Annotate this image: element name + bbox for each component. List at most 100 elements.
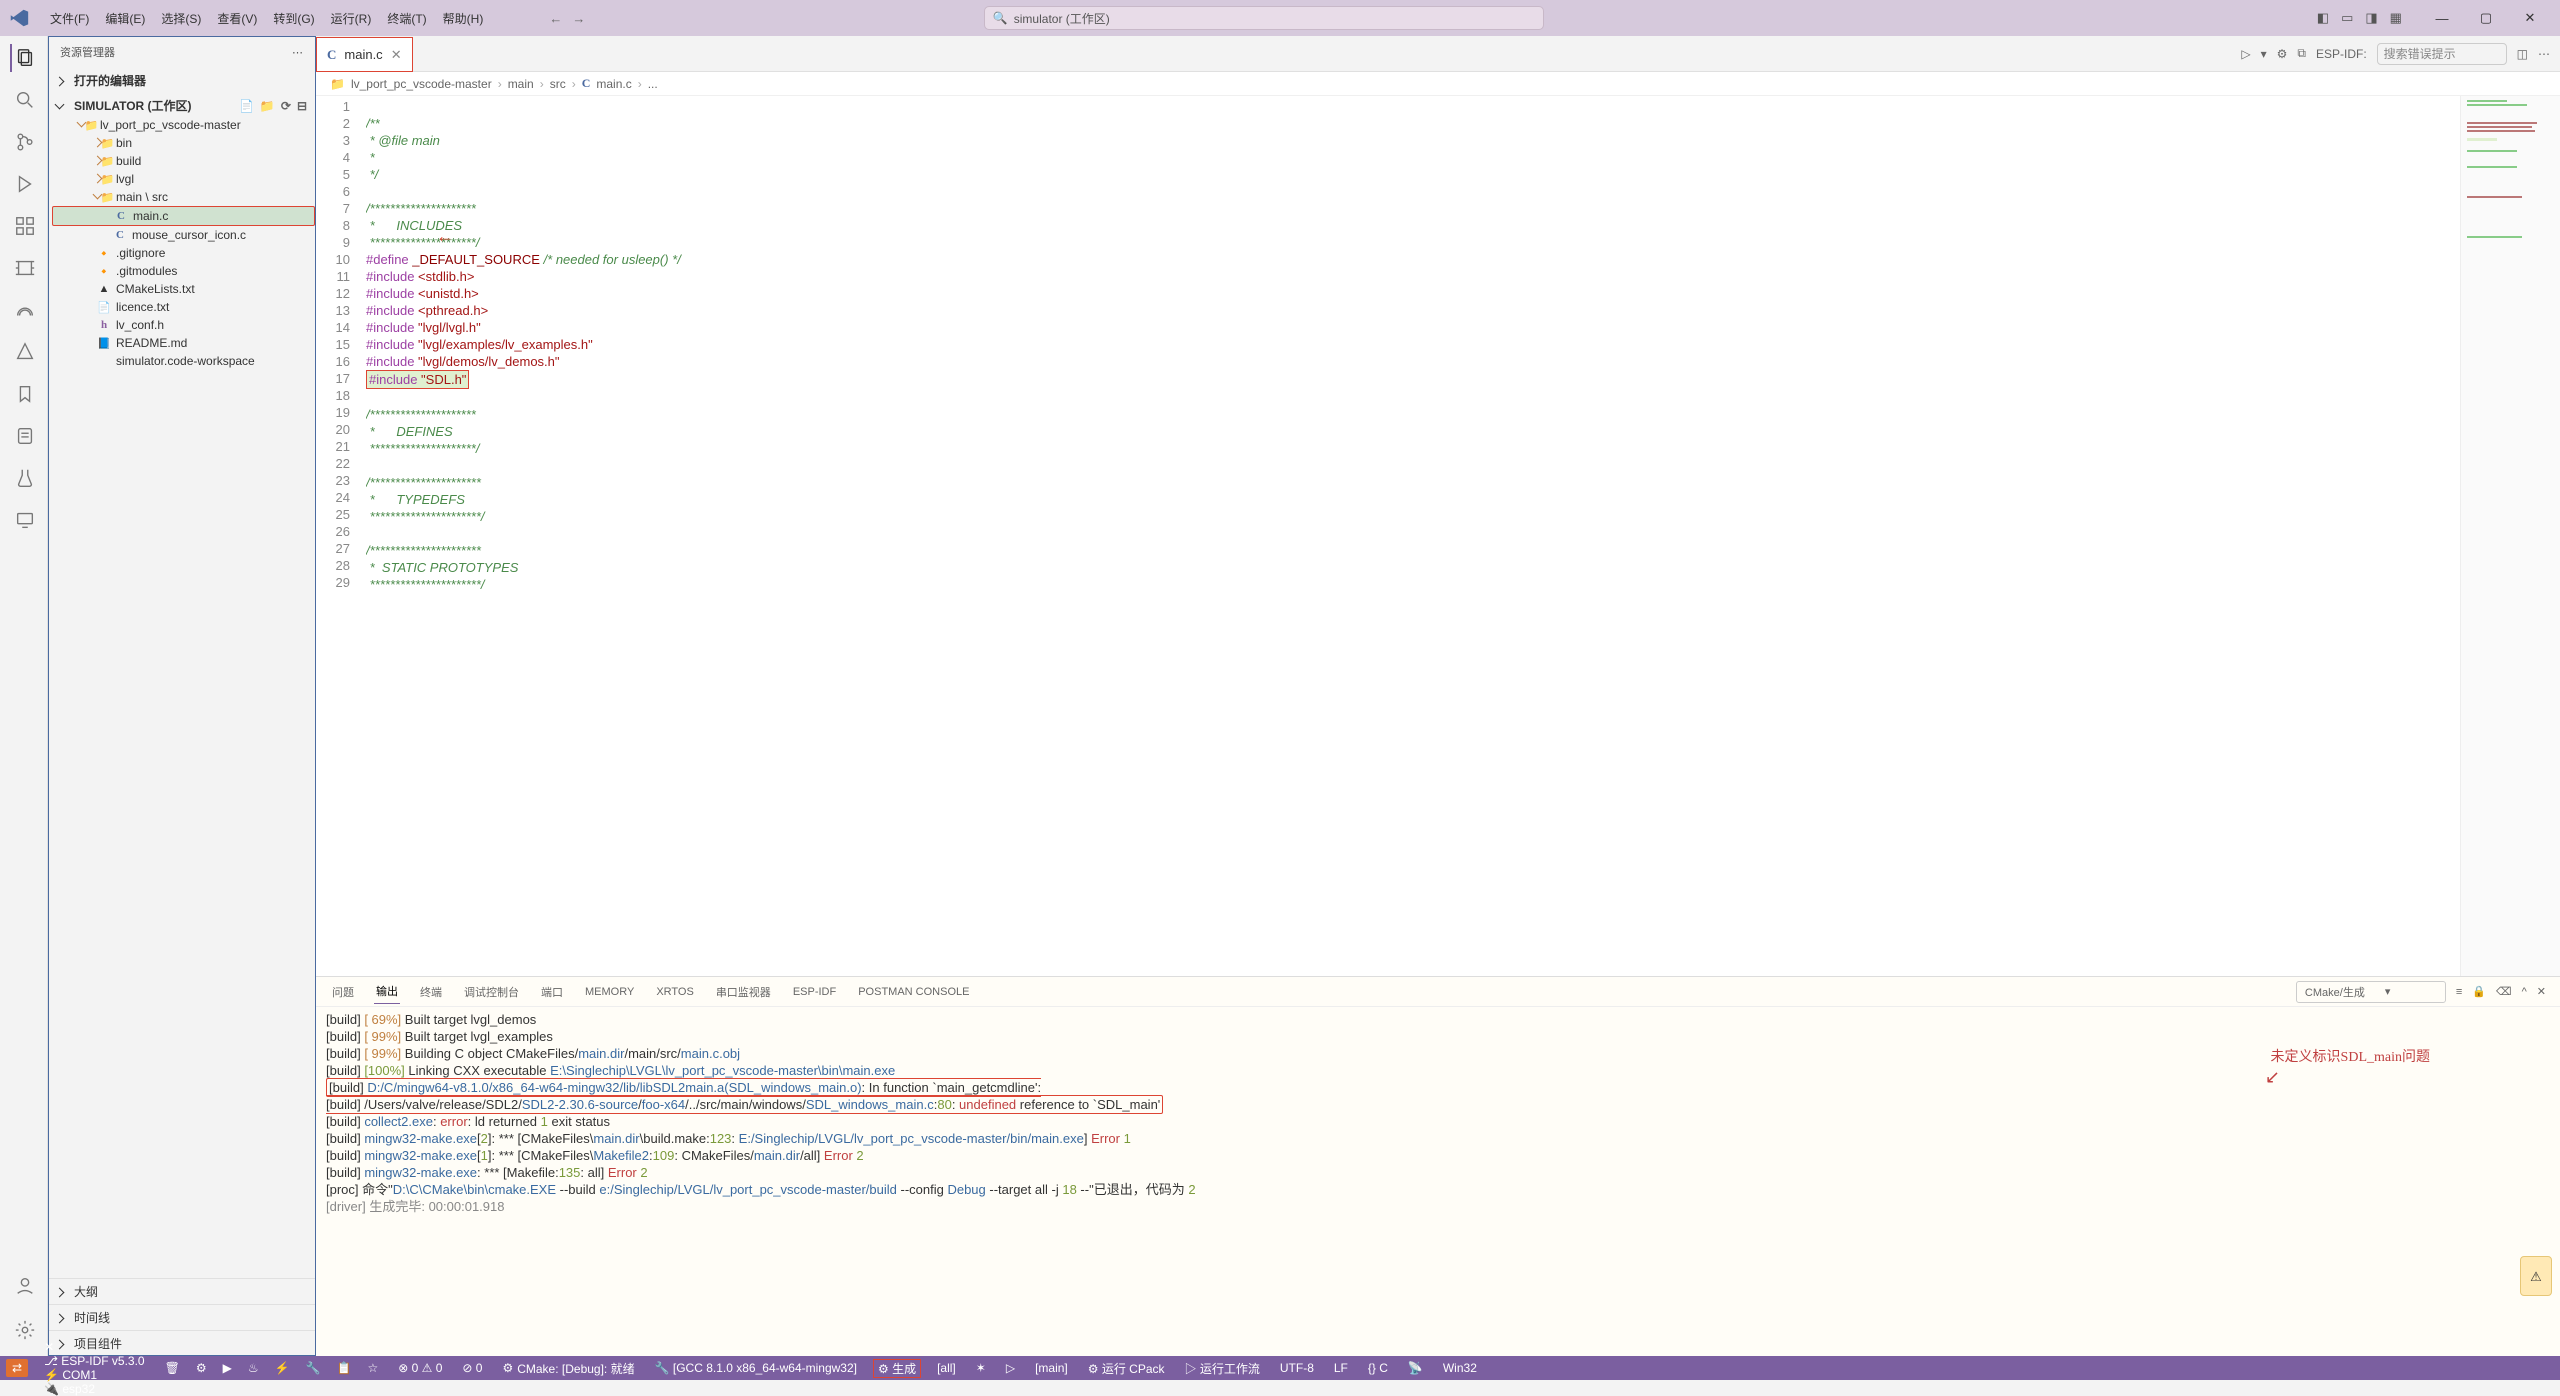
tree-.gitignore[interactable]: 🔸.gitignore xyxy=(52,244,315,262)
window-close[interactable]: ✕ xyxy=(2508,3,2552,33)
nav-back-forward[interactable]: ← → xyxy=(539,11,595,26)
tree-main.c[interactable]: Cmain.c xyxy=(52,206,315,226)
tree-main \ src[interactable]: 📁main \ src xyxy=(52,188,315,206)
layout-side2-icon[interactable]: ◨ xyxy=(2365,10,2377,26)
error-count[interactable]: ⊗ 0 ⚠ 0 xyxy=(394,1361,446,1375)
panel-tab-XRTOS[interactable]: XRTOS xyxy=(654,982,696,1002)
cmake-status[interactable]: ⚙CMake: [Debug]: 就绪 xyxy=(498,1360,638,1377)
status-📡[interactable]: 📡 xyxy=(1404,1360,1427,1377)
status-Win32[interactable]: Win32 xyxy=(1439,1360,1481,1377)
status-icon[interactable]: ⚡ xyxy=(271,1361,294,1375)
panel-tab-调试控制台[interactable]: 调试控制台 xyxy=(462,980,521,1004)
search-icon[interactable] xyxy=(10,86,38,114)
tab-main-c[interactable]: C main.c ✕ xyxy=(316,37,413,72)
panel-tab-串口监视器[interactable]: 串口监视器 xyxy=(714,980,773,1004)
more-icon[interactable]: ⋯ xyxy=(2538,47,2550,61)
menu-运行(R)[interactable]: 运行(R) xyxy=(323,8,380,30)
tree-licence.txt[interactable]: 📄licence.txt xyxy=(52,298,315,316)
tree-lv_port_pc_vscode-master[interactable]: 📁lv_port_pc_vscode-master xyxy=(52,116,315,134)
tree-build[interactable]: 📁build xyxy=(52,152,315,170)
panel-tab-POSTMAN CONSOLE[interactable]: POSTMAN CONSOLE xyxy=(856,982,971,1002)
status-icon[interactable]: 🔧 xyxy=(302,1361,325,1375)
status-icon[interactable]: ▶ xyxy=(219,1361,236,1375)
layout-customize-icon[interactable]: ▦ xyxy=(2390,10,2402,26)
panel-tab-输出[interactable]: 输出 xyxy=(374,979,400,1004)
output-channel-select[interactable]: CMake/生成▾ xyxy=(2296,981,2446,1003)
code-content[interactable]: /** * @file main * */ /*****************… xyxy=(366,96,2460,976)
tree-mouse_cursor_icon.c[interactable]: Cmouse_cursor_icon.c xyxy=(52,226,315,244)
menu-选择(S)[interactable]: 选择(S) xyxy=(153,8,209,30)
status-icon[interactable]: 📋 xyxy=(333,1361,356,1375)
status-⎇ ESP-IDF v5.3.0[interactable]: ⎇ ESP-IDF v5.3.0 xyxy=(40,1354,149,1368)
menu-终端(T)[interactable]: 终端(T) xyxy=(379,8,434,30)
account-icon[interactable] xyxy=(10,1272,38,1300)
tree-lvgl[interactable]: 📁lvgl xyxy=(52,170,315,188)
breadcrumb[interactable]: 📁lv_port_pc_vscode-master › main › src ›… xyxy=(316,72,2560,96)
status-UTF-8[interactable]: UTF-8 xyxy=(1276,1360,1318,1377)
rainbow-icon[interactable] xyxy=(10,296,38,324)
panel-tab-端口[interactable]: 端口 xyxy=(539,980,565,1004)
new-folder-icon[interactable]: 📁 xyxy=(260,99,275,113)
tab-close-icon[interactable]: ✕ xyxy=(391,47,402,63)
menu-查看(V)[interactable]: 查看(V) xyxy=(209,8,265,30)
status-{} C[interactable]: {} C xyxy=(1364,1360,1392,1377)
maximize-panel-icon[interactable]: ^ xyxy=(2522,986,2527,998)
remote-status[interactable]: ⇄ xyxy=(6,1359,28,1377)
tree-README.md[interactable]: 📘README.md xyxy=(52,334,315,352)
status-▷ 运行工作流[interactable]: ▷ 运行工作流 xyxy=(1181,1360,1264,1377)
compiler-status[interactable]: 🔧 [GCC 8.1.0 x86_64-w64-mingw32] xyxy=(651,1361,861,1375)
menu-帮助(H)[interactable]: 帮助(H) xyxy=(435,8,492,30)
status-▷[interactable]: ▷ xyxy=(1002,1360,1019,1377)
output-content[interactable]: 未定义标识SDL_main问题 ↙ ⚠ [build] [ 69%] Built… xyxy=(316,1007,2560,1356)
layout-side-icon[interactable]: ◧ xyxy=(2317,10,2329,26)
status-icon[interactable]: ♨ xyxy=(244,1361,263,1375)
workspace-header[interactable]: SIMULATOR (工作区) 📄 📁 ⟳ ⊟ xyxy=(48,95,315,116)
status-✶[interactable]: ✶ xyxy=(972,1360,990,1377)
status-[all][interactable]: [all] xyxy=(933,1360,960,1377)
compare-icon[interactable]: ⧉ xyxy=(2297,46,2306,61)
source-control-icon[interactable] xyxy=(10,128,38,156)
window-minimize[interactable]: — xyxy=(2420,3,2464,33)
gear-icon[interactable]: ⚙ xyxy=(2277,47,2288,61)
explorer-more-icon[interactable]: ⋯ xyxy=(292,46,303,59)
status-icon[interactable]: ⚙ xyxy=(192,1361,211,1375)
menu-转到(G)[interactable]: 转到(G) xyxy=(265,8,322,30)
clear-icon[interactable]: ⌫ xyxy=(2496,985,2512,998)
run-button-icon[interactable]: ▷ xyxy=(2241,47,2250,61)
split-icon[interactable]: ◫ xyxy=(2517,47,2528,61)
panel-tab-MEMORY[interactable]: MEMORY xyxy=(583,982,636,1002)
status-🔌 esp32[interactable]: 🔌 esp32 xyxy=(40,1382,149,1396)
tree-.gitmodules[interactable]: 🔸.gitmodules xyxy=(52,262,315,280)
command-center[interactable]: 🔍 simulator (工作区) xyxy=(984,6,1544,30)
lock-scroll-icon[interactable]: 🔒 xyxy=(2472,985,2486,998)
new-file-icon[interactable]: 📄 xyxy=(239,99,254,113)
panel-tab-问题[interactable]: 问题 xyxy=(330,980,356,1004)
section-大纲[interactable]: 大纲 xyxy=(48,1278,315,1304)
warning-float-icon[interactable]: ⚠ xyxy=(2520,1256,2552,1296)
collapse-icon[interactable]: ⊟ xyxy=(297,99,307,113)
bookmark-icon[interactable] xyxy=(10,380,38,408)
tree-simulator.code-workspace[interactable]: simulator.code-workspace xyxy=(52,352,315,370)
minimap[interactable] xyxy=(2460,96,2560,976)
tree-bin[interactable]: 📁bin xyxy=(52,134,315,152)
tree-lv_conf.h[interactable]: hlv_conf.h xyxy=(52,316,315,334)
status-icon[interactable]: ☆ xyxy=(363,1361,382,1375)
explorer-icon[interactable] xyxy=(10,44,38,72)
todo-icon[interactable] xyxy=(10,422,38,450)
run-debug-icon[interactable] xyxy=(10,170,38,198)
status-icon[interactable]: 🗑 xyxy=(161,1361,184,1375)
port-count[interactable]: ⊘ 0 xyxy=(458,1361,486,1375)
status-⚙ 运行 CPack[interactable]: ⚙ 运行 CPack xyxy=(1084,1360,1169,1377)
extensions-icon[interactable] xyxy=(10,212,38,240)
layout-panel-icon[interactable]: ▭ xyxy=(2341,10,2353,26)
tree-CMakeLists.txt[interactable]: ▲CMakeLists.txt xyxy=(52,280,315,298)
section-时间线[interactable]: 时间线 xyxy=(48,1304,315,1330)
menu-文件(F)[interactable]: 文件(F) xyxy=(42,8,97,30)
test-icon[interactable] xyxy=(10,464,38,492)
menu-编辑(E)[interactable]: 编辑(E) xyxy=(97,8,153,30)
window-maximize[interactable]: ▢ xyxy=(2464,3,2508,33)
nav-forward-icon[interactable]: → xyxy=(572,11,585,26)
nav-back-icon[interactable]: ← xyxy=(549,11,562,26)
open-editors-header[interactable]: 打开的编辑器 xyxy=(48,70,315,91)
filter-icon[interactable]: ≡ xyxy=(2456,986,2462,998)
